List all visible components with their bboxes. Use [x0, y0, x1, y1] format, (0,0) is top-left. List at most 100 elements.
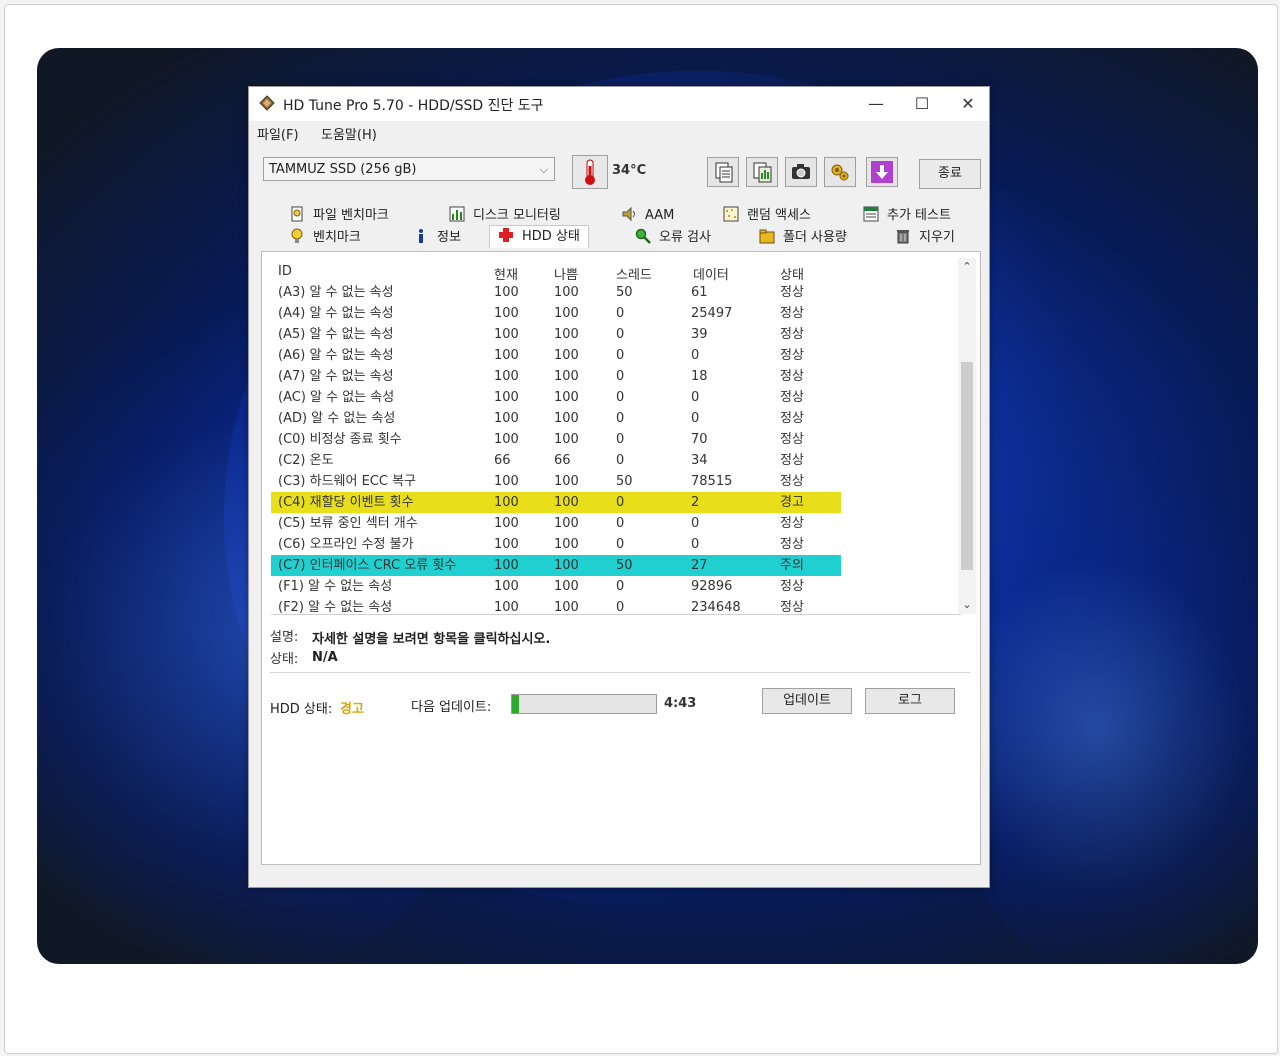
options-button[interactable] — [824, 157, 856, 187]
cell-status: 정상 — [780, 327, 804, 342]
table-row[interactable]: (C5) 보류 중인 섹터 개수 100 100 0 0 정상 — [271, 513, 841, 534]
cell-worst: 100 — [554, 285, 579, 300]
tab-label: 추가 테스트 — [887, 208, 951, 223]
table-row[interactable]: (C3) 하드웨어 ECC 복구 100 100 50 78515 정상 — [271, 471, 841, 492]
cell-current: 100 — [494, 306, 519, 321]
health-cross-icon — [499, 228, 513, 242]
table-row[interactable]: (A5) 알 수 없는 속성 100 100 0 39 정상 — [271, 324, 841, 345]
cell-worst: 100 — [554, 432, 579, 447]
table-row[interactable]: (AC) 알 수 없는 속성 100 100 0 0 정상 — [271, 387, 841, 408]
table-row[interactable]: (AD) 알 수 없는 속성 100 100 0 0 정상 — [271, 408, 841, 429]
menu-help[interactable]: 도움말(H) — [321, 124, 377, 143]
cell-worst: 100 — [554, 600, 579, 615]
scroll-down-icon[interactable]: ⌄ — [958, 596, 976, 614]
column-header-id[interactable]: ID — [278, 264, 292, 279]
menu-file[interactable]: 파일(F) — [257, 124, 299, 143]
tab-folder-usage[interactable]: 폴더 사용량 — [759, 227, 847, 249]
screenshot-button[interactable] — [785, 157, 817, 187]
cell-threshold: 0 — [616, 579, 625, 594]
table-row[interactable]: (A7) 알 수 없는 속성 100 100 0 18 정상 — [271, 366, 841, 387]
camera-icon — [792, 164, 810, 179]
tab-disk-monitor[interactable]: 디스크 모니터링 — [449, 205, 561, 227]
column-header-status[interactable]: 상태 — [780, 264, 804, 283]
cell-status: 경고 — [780, 495, 804, 510]
maximize-button[interactable]: ☐ — [899, 87, 945, 121]
cell-id: (A6) 알 수 없는 속성 — [278, 348, 394, 363]
scroll-up-icon[interactable]: ⌃ — [958, 258, 976, 276]
table-row[interactable]: (C2) 온도 66 66 0 34 정상 — [271, 450, 841, 471]
copy-screen-button[interactable] — [746, 157, 778, 187]
copy-text-icon — [715, 162, 733, 183]
cell-worst: 66 — [554, 453, 571, 468]
cell-current: 100 — [494, 411, 519, 426]
column-header-worst[interactable]: 나쁨 — [554, 264, 578, 283]
cell-status: 주의 — [780, 558, 804, 573]
minimize-button[interactable]: — — [853, 87, 899, 121]
tab-aam[interactable]: AAM — [621, 205, 674, 227]
tab-label: 랜덤 액세스 — [747, 208, 811, 223]
vertical-scrollbar[interactable]: ⌃ ⌄ — [958, 258, 976, 614]
table-row[interactable]: (A4) 알 수 없는 속성 100 100 0 25497 정상 — [271, 303, 841, 324]
cell-id: (F2) 알 수 없는 속성 — [278, 600, 393, 615]
table-row[interactable]: (A6) 알 수 없는 속성 100 100 0 0 정상 — [271, 345, 841, 366]
cell-worst: 100 — [554, 579, 579, 594]
cell-id: (F1) 알 수 없는 속성 — [278, 579, 393, 594]
exit-button[interactable]: 종료 — [919, 159, 981, 189]
cell-data: 2 — [691, 495, 700, 510]
tab-benchmark[interactable]: 벤치마크 — [289, 227, 361, 249]
next-update-label: 다음 업데이트: — [411, 700, 492, 715]
cell-current: 100 — [494, 348, 519, 363]
chevron-down-icon: ⌵ — [539, 163, 548, 176]
tab-extra-tests[interactable]: 추가 테스트 — [863, 205, 951, 227]
cell-status: 정상 — [780, 432, 804, 447]
cell-worst: 100 — [554, 348, 579, 363]
hdd-status-label: HDD 상태: — [270, 702, 333, 717]
log-button[interactable]: 로그 — [865, 688, 955, 714]
save-button[interactable] — [866, 157, 898, 187]
title-bar[interactable]: HD Tune Pro 5.70 - HDD/SSD 진단 도구 — ☐ ✕ — [249, 87, 989, 121]
update-button[interactable]: 업데이트 — [762, 688, 852, 714]
table-row[interactable]: (C4) 재할당 이벤트 횟수 100 100 0 2 경고 — [271, 492, 841, 513]
column-header-data[interactable]: 데이터 — [693, 264, 729, 283]
scroll-thumb[interactable] — [961, 362, 973, 570]
menu-bar: 파일(F) 도움말(H) — [249, 121, 989, 145]
cell-status: 정상 — [780, 306, 804, 321]
cell-status: 정상 — [780, 411, 804, 426]
table-row[interactable]: (C6) 오프라인 수정 불가 100 100 0 0 정상 — [271, 534, 841, 555]
drive-select-value: TAMMUZ SSD (256 gB) — [269, 162, 417, 177]
tab-erase[interactable]: 지우기 — [895, 227, 955, 249]
cell-worst: 100 — [554, 516, 579, 531]
cell-current: 100 — [494, 369, 519, 384]
tab-info[interactable]: 정보 — [413, 227, 461, 249]
tab-label: 디스크 모니터링 — [473, 208, 561, 223]
cell-status: 정상 — [780, 579, 804, 594]
tab-error-scan[interactable]: 오류 검사 — [635, 227, 711, 249]
tab-label: 지우기 — [919, 230, 955, 245]
tab-hdd-health[interactable]: HDD 상태 — [489, 225, 589, 248]
cell-data: 61 — [691, 285, 708, 300]
close-button[interactable]: ✕ — [945, 87, 991, 121]
column-header-current[interactable]: 현재 — [494, 264, 518, 283]
drive-select[interactable]: TAMMUZ SSD (256 gB) ⌵ — [263, 157, 555, 181]
cell-status: 정상 — [780, 537, 804, 552]
cell-worst: 100 — [554, 474, 579, 489]
table-row[interactable]: (C7) 인터페이스 CRC 오류 횟수 100 100 50 27 주의 — [271, 555, 841, 576]
cell-worst: 100 — [554, 411, 579, 426]
table-row[interactable]: (C0) 비정상 종료 횟수 100 100 0 70 정상 — [271, 429, 841, 450]
tab-random-access[interactable]: 랜덤 액세스 — [723, 205, 811, 227]
table-row[interactable]: (A3) 알 수 없는 속성 100 100 50 61 정상 — [271, 282, 841, 303]
table-row[interactable]: (F2) 알 수 없는 속성 100 100 0 234648 정상 — [271, 597, 841, 615]
copy-text-button[interactable] — [707, 157, 739, 187]
cell-current: 100 — [494, 516, 519, 531]
cell-threshold: 0 — [616, 411, 625, 426]
tab-file-benchmark[interactable]: 파일 벤치마크 — [289, 205, 389, 227]
cell-threshold: 0 — [616, 390, 625, 405]
options-icon — [831, 164, 849, 181]
table-row[interactable]: (F1) 알 수 없는 속성 100 100 0 92896 정상 — [271, 576, 841, 597]
cell-worst: 100 — [554, 537, 579, 552]
column-header-threshold[interactable]: 스레드 — [616, 264, 652, 283]
tab-label: HDD 상태 — [522, 229, 580, 244]
cell-id: (C7) 인터페이스 CRC 오류 횟수 — [278, 558, 457, 573]
cell-current: 100 — [494, 432, 519, 447]
cell-threshold: 50 — [616, 558, 633, 573]
